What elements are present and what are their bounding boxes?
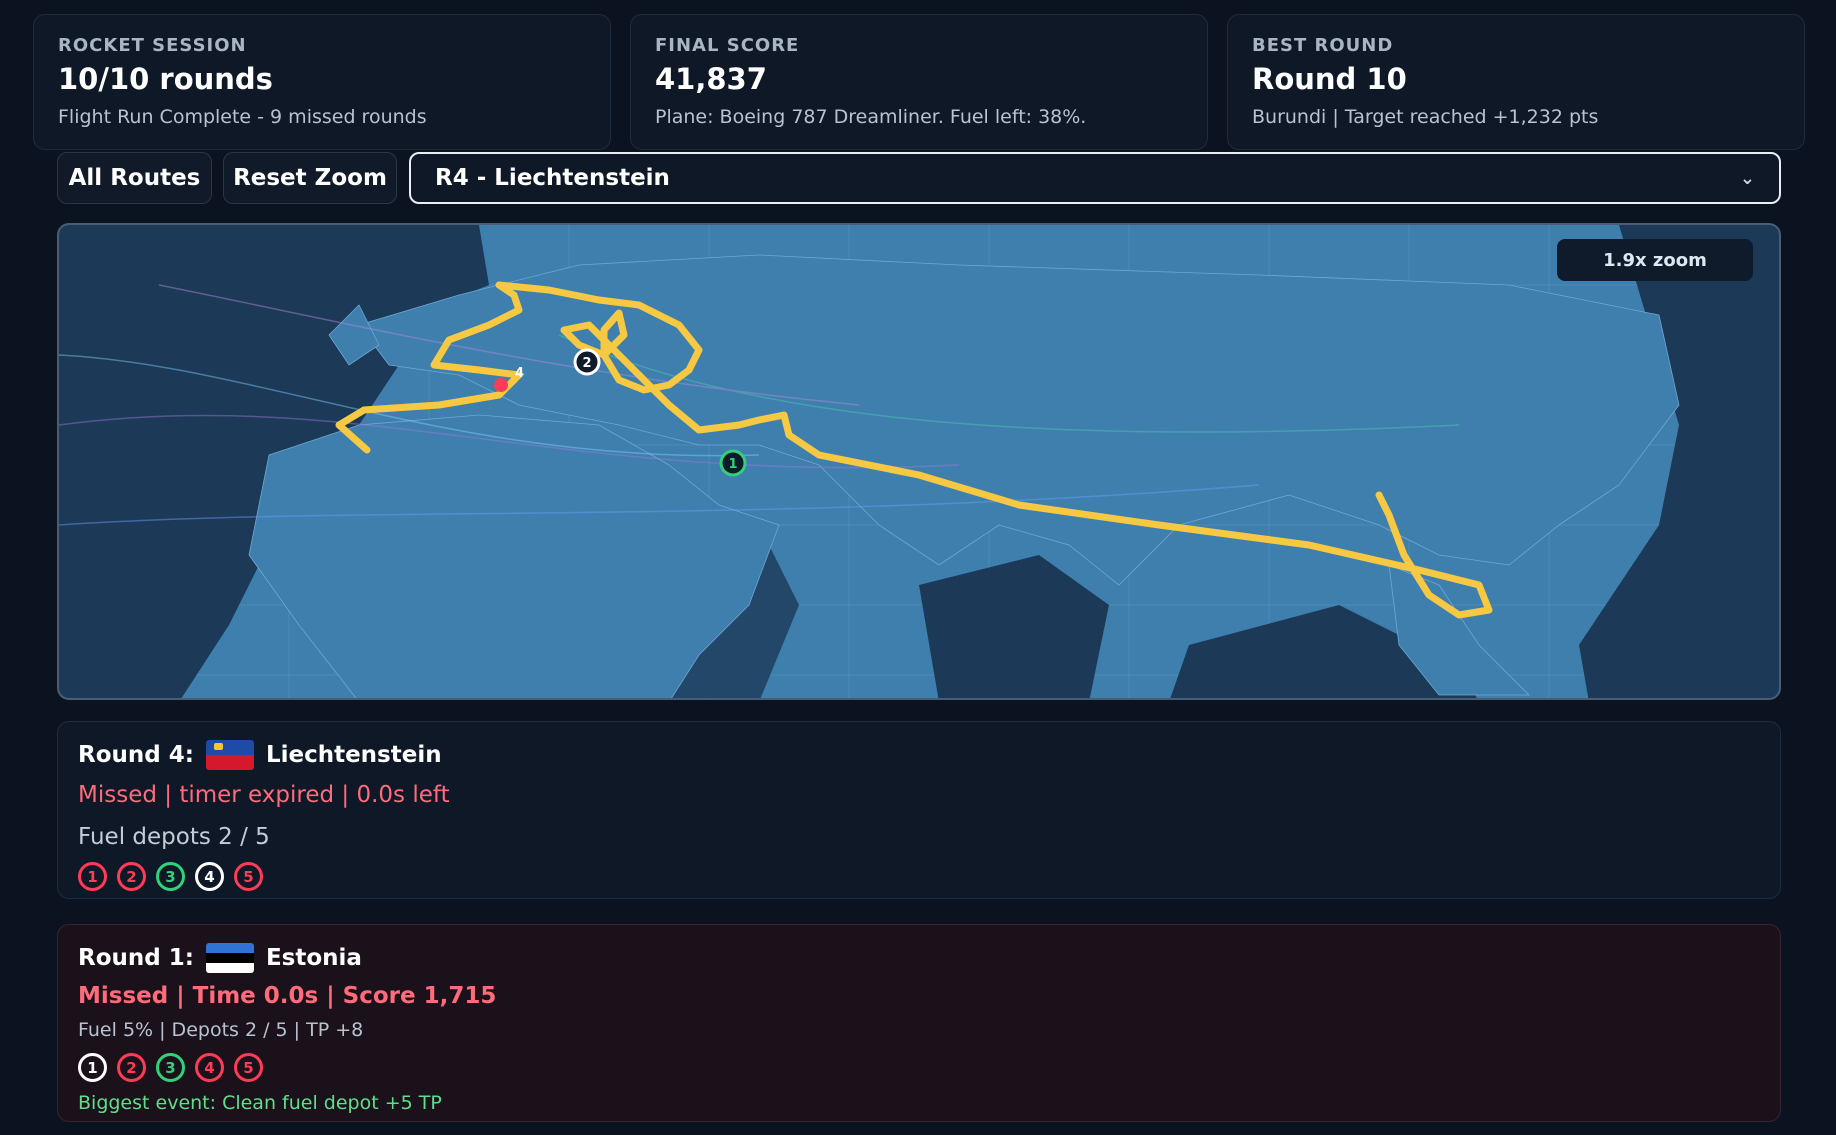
- biggest-event: Biggest event: Clean fuel depot +5 TP: [78, 1092, 442, 1114]
- round-detail: Fuel 5% | Depots 2 / 5 | TP +8: [78, 1019, 364, 1041]
- stat-card-session: ROCKET SESSION 10/10 rounds Flight Run C…: [33, 14, 611, 150]
- map-canvas: 1 2 4: [59, 225, 1779, 698]
- depot-badge: 2: [117, 862, 146, 891]
- depot-list: 1 2 3 4 5: [78, 1053, 1760, 1082]
- stat-sub: Plane: Boeing 787 Dreamliner. Fuel left:…: [655, 106, 1087, 128]
- flag-estonia-icon: [205, 943, 254, 973]
- marker-2-label: 2: [582, 356, 591, 371]
- depot-badge: 3: [156, 1053, 185, 1082]
- marker-1[interactable]: 1: [719, 449, 747, 477]
- depot-badge: 4: [195, 1053, 224, 1082]
- stat-key: BEST ROUND: [1252, 35, 1394, 56]
- round-country: Estonia: [265, 945, 362, 971]
- fuel-depots-summary: Fuel depots 2 / 5: [78, 824, 270, 850]
- depot-badge: 1: [78, 1053, 107, 1082]
- chevron-down-icon: ⌄: [1739, 167, 1755, 189]
- stat-value: Round 10: [1252, 62, 1407, 96]
- round-card-first[interactable]: Round 1: Estonia Missed | Time 0.0s | Sc…: [57, 924, 1781, 1122]
- stat-sub: Flight Run Complete - 9 missed rounds: [58, 106, 427, 128]
- round-status: Missed | timer expired | 0.0s left: [78, 782, 450, 808]
- depot-badge: 4: [195, 862, 224, 891]
- depot-badge: 1: [78, 862, 107, 891]
- round-country: Liechtenstein: [265, 742, 442, 768]
- stat-key: ROCKET SESSION: [58, 35, 247, 56]
- stat-value: 41,837: [655, 62, 767, 96]
- zoom-level-badge: 1.9x zoom: [1557, 239, 1753, 281]
- marker-2[interactable]: 2: [573, 348, 601, 376]
- stat-card-score: FINAL SCORE 41,837 Plane: Boeing 787 Dre…: [630, 14, 1208, 150]
- depot-badge: 5: [234, 862, 263, 891]
- all-routes-button[interactable]: All Routes: [57, 152, 212, 204]
- round-status: Missed | Time 0.0s | Score 1,715: [78, 983, 497, 1009]
- route-map[interactable]: 1 2 4 1.9x zoom: [57, 223, 1781, 700]
- round-title: Round 4:: [78, 742, 194, 768]
- round-select-value: R4 - Liechtenstein: [435, 165, 670, 191]
- depot-list: 1 2 3 4 5: [78, 862, 1760, 891]
- stat-card-best-round: BEST ROUND Round 10 Burundi | Target rea…: [1227, 14, 1805, 150]
- stat-key: FINAL SCORE: [655, 35, 800, 56]
- depot-badge: 2: [117, 1053, 146, 1082]
- marker-target-label: 4: [515, 366, 524, 381]
- stat-sub: Burundi | Target reached +1,232 pts: [1252, 106, 1599, 128]
- stat-value: 10/10 rounds: [58, 62, 273, 96]
- round-select[interactable]: R4 - Liechtenstein ⌄: [409, 152, 1781, 204]
- round-header: Round 1: Estonia: [78, 943, 1760, 973]
- depot-badge: 5: [234, 1053, 263, 1082]
- round-title: Round 1:: [78, 945, 194, 971]
- round-header: Round 4: Liechtenstein: [78, 740, 1760, 770]
- flag-liechtenstein-icon: [205, 740, 254, 770]
- round-card-current[interactable]: Round 4: Liechtenstein Missed | timer ex…: [57, 721, 1781, 899]
- marker-1-label: 1: [728, 457, 737, 472]
- reset-zoom-button[interactable]: Reset Zoom: [223, 152, 397, 204]
- depot-badge: 3: [156, 862, 185, 891]
